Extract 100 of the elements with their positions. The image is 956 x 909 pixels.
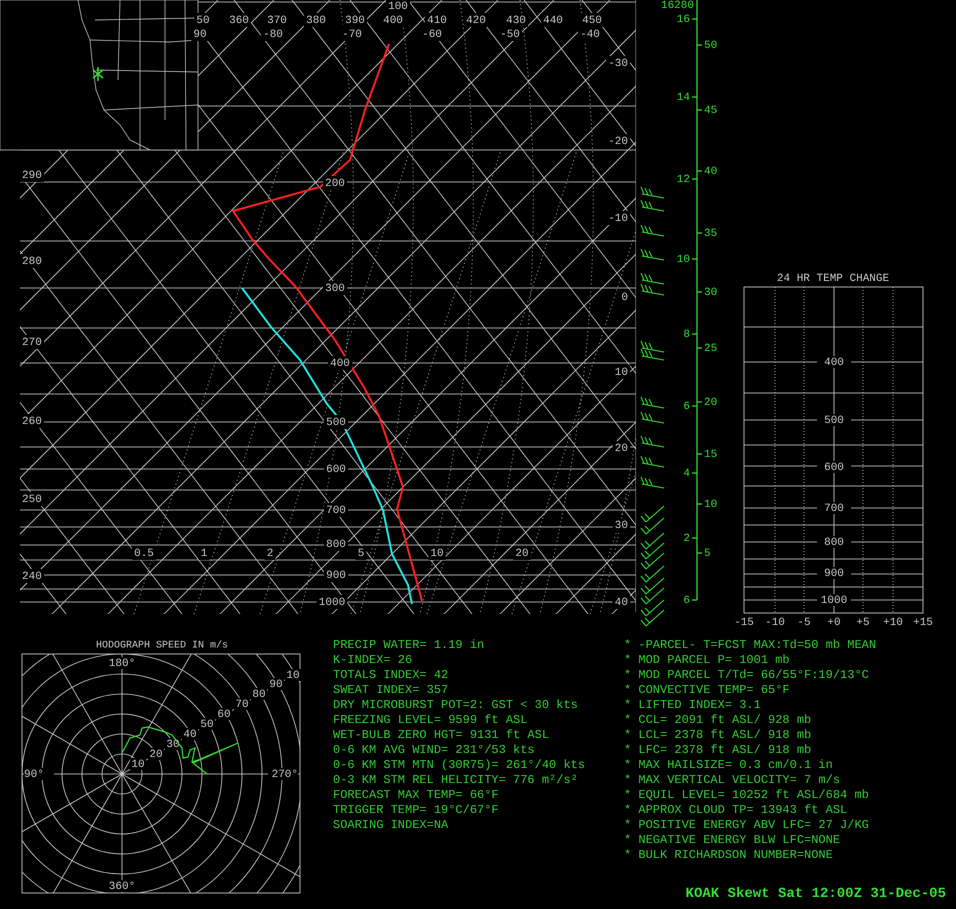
kft-label: 35 bbox=[704, 228, 718, 240]
pressure-label: 700 bbox=[326, 504, 346, 517]
speed-ring-label: 10 bbox=[286, 670, 300, 682]
mixing-ratio-label: 5 bbox=[358, 548, 364, 560]
temperature-label: -60 bbox=[422, 28, 442, 41]
index-line: 0-6 KM AVG WIND= 231°/53 kts bbox=[333, 743, 536, 758]
theta-label: 260 bbox=[22, 416, 42, 428]
kft-label: 5 bbox=[704, 548, 711, 560]
speed-ring-label: 70 bbox=[235, 698, 249, 711]
temperature-label: -40 bbox=[580, 28, 600, 41]
parcel-line: * EQUIL LEVEL= 10252 ft ASL/684 mb bbox=[624, 788, 870, 803]
speed-ring-label: 10 bbox=[131, 758, 145, 771]
index-line: FREEZING LEVEL= 9599 ft ASL bbox=[333, 713, 528, 728]
parcel-line: * MOD PARCEL T/Td= 66/55°F:19/13°C bbox=[624, 668, 870, 683]
parcel-line: * BULK RICHARDSON NUMBER=NONE bbox=[624, 848, 834, 863]
parcel-line: * APPROX CLOUD TP= 13943 ft ASL bbox=[624, 803, 848, 818]
theta-label: 430 bbox=[506, 14, 526, 27]
parcel-line: * CCL= 2091 ft ASL/ 928 mb bbox=[624, 713, 812, 728]
theta-label: 370 bbox=[267, 14, 287, 27]
km-label: 14 bbox=[676, 92, 690, 104]
parcel-line: * MOD PARCEL P= 1001 mb bbox=[624, 653, 791, 668]
hodograph-title: HODOGRAPH SPEED IN m/s bbox=[96, 640, 228, 652]
temperature-label: -30 bbox=[608, 58, 628, 70]
theta-label: 280 bbox=[22, 256, 42, 268]
parcel-line: * POSITIVE ENERGY ABV LFC= 27 J/KG bbox=[624, 818, 870, 833]
index-line: DRY MICROBURST POT=2: GST < 30 kts bbox=[333, 698, 579, 713]
temperature-label: 0 bbox=[621, 292, 628, 304]
pressure-label: 200 bbox=[325, 178, 345, 190]
pressure-label: 800 bbox=[326, 538, 346, 551]
pressure-label: 600 bbox=[824, 462, 844, 474]
speed-ring-label: 40 bbox=[183, 728, 197, 741]
km-label: 2 bbox=[683, 532, 690, 545]
temperature-label: -50 bbox=[500, 28, 520, 41]
axis-tick-label: +10 bbox=[883, 616, 903, 629]
theta-label: 400 bbox=[383, 14, 403, 27]
theta-label: 270 bbox=[22, 336, 42, 349]
parcel-line: * LCL= 2378 ft ASL/ 918 mb bbox=[624, 728, 812, 743]
parcel-line: * -PARCEL- T=FCST MAX:Td=50 mb MEAN bbox=[624, 638, 878, 653]
temperature-label: -10 bbox=[608, 212, 628, 225]
km-label: 6 bbox=[683, 400, 690, 413]
direction-label: 90° bbox=[24, 768, 44, 781]
kft-label: 30 bbox=[704, 286, 718, 299]
pressure-label: 1000 bbox=[820, 594, 848, 607]
theta-label: 440 bbox=[543, 14, 563, 27]
pressure-label: 1000 bbox=[318, 596, 346, 609]
pressure-label: 800 bbox=[824, 536, 844, 549]
pressure-label: 300 bbox=[325, 282, 345, 295]
index-line: PRECIP WATER= 1.19 in bbox=[333, 638, 486, 653]
km-label: 4 bbox=[683, 468, 690, 480]
temperature-label: -20 bbox=[608, 136, 628, 148]
pressure-label: 400 bbox=[330, 358, 350, 370]
theta-label: 50 bbox=[196, 14, 210, 27]
temperature-label: 90 bbox=[193, 28, 207, 41]
axis-tick-label: -10 bbox=[765, 616, 785, 629]
speed-ring-label: 60 bbox=[217, 708, 231, 721]
axis-tick-label: -15 bbox=[734, 616, 754, 629]
pressure-label: 700 bbox=[824, 502, 844, 515]
km-label: 8 bbox=[683, 328, 690, 341]
mixing-ratio-label: 20 bbox=[515, 548, 529, 560]
index-line: TOTALS INDEX= 42 bbox=[333, 668, 450, 683]
speed-ring-label: 80 bbox=[252, 688, 266, 701]
parcel-line: * NEGATIVE ENERGY BLW LFC=NONE bbox=[624, 833, 842, 848]
temperature-label: -70 bbox=[342, 28, 362, 41]
parcel-line: * MAX VERTICAL VELOCITY= 7 m/s bbox=[624, 773, 842, 788]
index-line: 0-6 KM STM MTN (30R75)= 261°/40 kts bbox=[333, 758, 586, 773]
index-line: FORECAST MAX TEMP= 66°F bbox=[333, 788, 500, 803]
theta-label: 240 bbox=[22, 570, 42, 583]
pressure-label: 900 bbox=[824, 568, 844, 580]
pressure-label: 500 bbox=[326, 416, 346, 429]
speed-ring-label: 20 bbox=[149, 748, 163, 761]
km-label: 6 bbox=[683, 594, 690, 607]
direction-label: 270° bbox=[272, 768, 298, 781]
direction-label: 360° bbox=[108, 880, 136, 893]
kft-label: 15 bbox=[704, 448, 718, 461]
index-line: 0-3 KM STM REL HELICITY= 776 m²/s² bbox=[333, 773, 579, 788]
parcel-line: * CONVECTIVE TEMP= 65°F bbox=[624, 683, 791, 698]
kft-label: 25 bbox=[704, 342, 718, 355]
km-label: 16 bbox=[676, 14, 690, 26]
mixing-ratio-label: 1 bbox=[200, 548, 208, 560]
theta-label: 420 bbox=[466, 14, 486, 27]
sounding-title: KOAK Skewt Sat 12:00Z 31-Dec-05 bbox=[686, 885, 946, 904]
kft-label: 40 bbox=[704, 166, 718, 178]
temperature-label: 10 bbox=[614, 366, 628, 379]
kft-label: 20 bbox=[704, 396, 718, 409]
kft-label: 50 bbox=[704, 40, 718, 52]
station-marker-icon bbox=[92, 67, 104, 81]
temperature-label: 20 bbox=[614, 442, 628, 455]
axis-tick-label: +15 bbox=[913, 616, 933, 629]
axis-tick-label: +5 bbox=[856, 616, 870, 629]
index-line: SOARING INDEX=NA bbox=[333, 818, 450, 833]
theta-label: 450 bbox=[582, 14, 602, 27]
mixing-ratio-label: 0.5 bbox=[134, 548, 154, 560]
speed-ring-label: 90 bbox=[269, 678, 283, 691]
pressure-label: 900 bbox=[326, 570, 346, 582]
parcel-line: * LIFTED INDEX= 3.1 bbox=[624, 698, 762, 713]
pressure-label: 500 bbox=[824, 414, 844, 427]
pressure-label: 400 bbox=[824, 356, 844, 369]
index-line: WET-BULB ZERO HGT= 9131 ft ASL bbox=[333, 728, 550, 743]
mixing-ratio-label: 2 bbox=[266, 548, 274, 560]
theta-label: 250 bbox=[22, 494, 42, 506]
